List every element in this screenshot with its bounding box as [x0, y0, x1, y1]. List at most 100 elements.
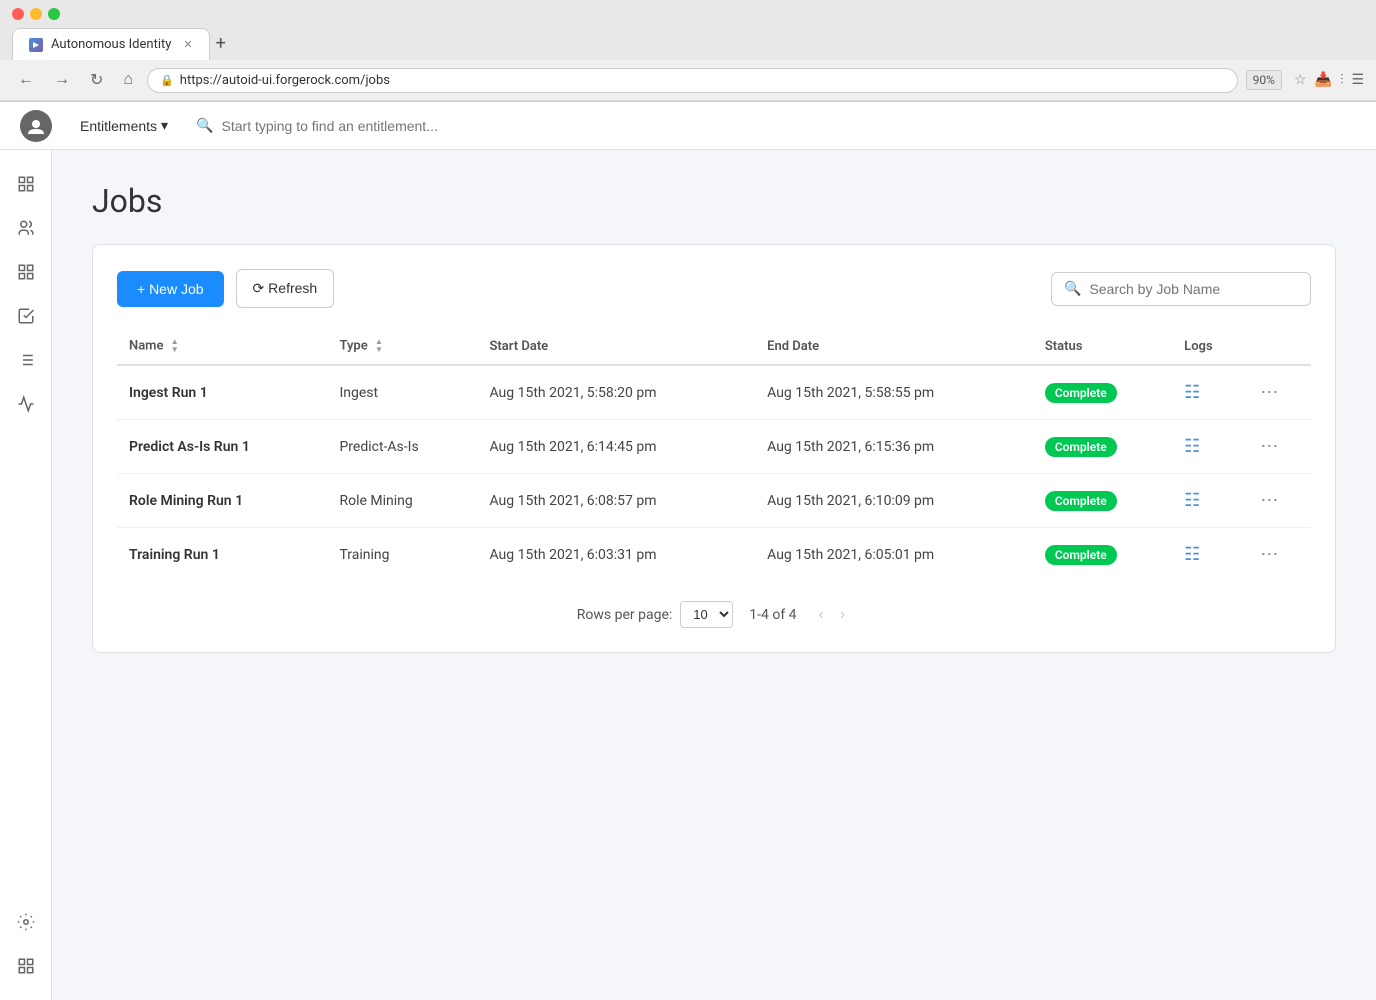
avatar[interactable]	[20, 110, 52, 142]
rows-per-page-select[interactable]: 10 25 50	[680, 601, 733, 628]
pocket-icon[interactable]: 📥	[1315, 72, 1332, 88]
cell-more[interactable]: ⋯	[1248, 474, 1311, 528]
log-icon[interactable]: ☷	[1184, 436, 1200, 457]
zoom-level: 90%	[1246, 70, 1282, 90]
table-row: Training Run 1 Training Aug 15th 2021, 6…	[117, 528, 1311, 582]
window-maximize-dot[interactable]	[48, 8, 60, 20]
table-row: Predict As-Is Run 1 Predict-As-Is Aug 15…	[117, 420, 1311, 474]
refresh-label: ⟳ Refresh	[253, 280, 318, 297]
log-icon[interactable]: ☷	[1184, 382, 1200, 403]
cell-end-date: Aug 15th 2021, 6:15:36 pm	[755, 420, 1033, 474]
cell-type: Ingest	[327, 365, 477, 420]
window-close-dot[interactable]	[12, 8, 24, 20]
prev-page-button[interactable]: ‹	[813, 604, 830, 626]
sort-icon-name: ▲▼	[171, 338, 179, 354]
cell-type: Training	[327, 528, 477, 582]
cell-end-date: Aug 15th 2021, 6:10:09 pm	[755, 474, 1033, 528]
rows-per-page: Rows per page: 10 25 50	[577, 601, 733, 628]
browser-tab[interactable]: Autonomous Identity ✕	[12, 28, 210, 60]
page-info: 1-4 of 4	[749, 607, 796, 623]
col-type[interactable]: Type ▲▼	[327, 328, 477, 365]
cell-end-date: Aug 15th 2021, 6:05:01 pm	[755, 528, 1033, 582]
more-options-icon[interactable]: ⋯	[1260, 544, 1279, 565]
add-tab-button[interactable]: +	[216, 35, 226, 53]
reload-button[interactable]: ↻	[84, 66, 109, 94]
cell-start-date: Aug 15th 2021, 5:58:20 pm	[477, 365, 755, 420]
page-title: Jobs	[92, 182, 1336, 220]
bookmark-icon[interactable]: ☆	[1294, 72, 1307, 88]
app-container: Jobs + New Job ⟳ Refresh 🔍	[0, 150, 1376, 1000]
cell-status: Complete	[1033, 528, 1172, 582]
tab-close-button[interactable]: ✕	[183, 38, 192, 51]
entitlements-dropdown[interactable]: Entitlements ▾	[72, 113, 176, 138]
browser-right-icons: 📥 ⫶ ☰	[1315, 72, 1365, 88]
new-job-label: + New Job	[137, 281, 204, 297]
rows-per-page-label: Rows per page:	[577, 607, 672, 623]
lock-icon: 🔒	[160, 74, 174, 87]
cell-more[interactable]: ⋯	[1248, 420, 1311, 474]
sidebar-item-expand[interactable]	[8, 948, 44, 984]
sidebar-item-settings[interactable]	[8, 904, 44, 940]
jobs-card: + New Job ⟳ Refresh 🔍 Name ▲▼	[92, 244, 1336, 653]
cell-end-date: Aug 15th 2021, 5:58:55 pm	[755, 365, 1033, 420]
forward-button[interactable]: →	[48, 67, 76, 93]
new-job-button[interactable]: + New Job	[117, 271, 224, 307]
col-end-date: End Date	[755, 328, 1033, 365]
refresh-button[interactable]: ⟳ Refresh	[236, 269, 335, 308]
cell-start-date: Aug 15th 2021, 6:08:57 pm	[477, 474, 755, 528]
col-status: Status	[1033, 328, 1172, 365]
tab-title: Autonomous Identity	[51, 37, 171, 52]
col-name[interactable]: Name ▲▼	[117, 328, 327, 365]
global-search-input[interactable]	[222, 118, 522, 134]
main-content: Jobs + New Job ⟳ Refresh 🔍	[52, 150, 1376, 1000]
more-options-icon[interactable]: ⋯	[1260, 382, 1279, 403]
tab-favicon	[29, 38, 43, 52]
cell-name: Role Mining Run 1	[117, 474, 327, 528]
home-button[interactable]: ⌂	[117, 67, 139, 93]
col-start-date: Start Date	[477, 328, 755, 365]
cell-name: Training Run 1	[117, 528, 327, 582]
log-icon[interactable]: ☷	[1184, 544, 1200, 565]
job-search-input[interactable]	[1089, 281, 1298, 297]
entitlements-label: Entitlements	[80, 118, 157, 134]
sort-icon-type: ▲▼	[375, 338, 383, 354]
window-minimize-dot[interactable]	[30, 8, 42, 20]
url-display: https://autoid-ui.forgerock.com/jobs	[180, 73, 1225, 88]
sidebar-item-analytics[interactable]	[8, 386, 44, 422]
cell-status: Complete	[1033, 420, 1172, 474]
collections-icon[interactable]: ⫶	[1340, 72, 1344, 88]
next-page-button[interactable]: ›	[834, 604, 851, 626]
cell-name: Ingest Run 1	[117, 365, 327, 420]
global-search-bar[interactable]: 🔍	[176, 118, 1356, 134]
table-row: Role Mining Run 1 Role Mining Aug 15th 2…	[117, 474, 1311, 528]
table-row: Ingest Run 1 Ingest Aug 15th 2021, 5:58:…	[117, 365, 1311, 420]
cell-type: Predict-As-Is	[327, 420, 477, 474]
page-nav: ‹ ›	[813, 604, 852, 626]
pagination: Rows per page: 10 25 50 1-4 of 4 ‹ ›	[117, 601, 1311, 628]
menu-icon[interactable]: ☰	[1351, 72, 1364, 88]
cell-name: Predict As-Is Run 1	[117, 420, 327, 474]
top-nav: Entitlements ▾ 🔍	[0, 102, 1376, 150]
cell-more[interactable]: ⋯	[1248, 528, 1311, 582]
cell-logs[interactable]: ☷	[1172, 420, 1248, 474]
chevron-down-icon: ▾	[161, 117, 168, 134]
more-options-icon[interactable]: ⋯	[1260, 436, 1279, 457]
more-options-icon[interactable]: ⋯	[1260, 490, 1279, 511]
search-icon: 🔍	[196, 118, 213, 134]
address-bar[interactable]: 🔒 https://autoid-ui.forgerock.com/jobs	[147, 68, 1238, 93]
job-search-container[interactable]: 🔍	[1051, 272, 1311, 306]
cell-more[interactable]: ⋯	[1248, 365, 1311, 420]
cell-start-date: Aug 15th 2021, 6:14:45 pm	[477, 420, 755, 474]
sidebar-item-list[interactable]	[8, 342, 44, 378]
sidebar-item-grid[interactable]	[8, 254, 44, 290]
cell-logs[interactable]: ☷	[1172, 528, 1248, 582]
sidebar-item-users[interactable]	[8, 210, 44, 246]
sidebar	[0, 150, 52, 1000]
cell-logs[interactable]: ☷	[1172, 474, 1248, 528]
back-button[interactable]: ←	[12, 67, 40, 93]
col-logs: Logs	[1172, 328, 1248, 365]
log-icon[interactable]: ☷	[1184, 490, 1200, 511]
cell-logs[interactable]: ☷	[1172, 365, 1248, 420]
sidebar-item-dashboard[interactable]	[8, 166, 44, 202]
sidebar-item-check[interactable]	[8, 298, 44, 334]
